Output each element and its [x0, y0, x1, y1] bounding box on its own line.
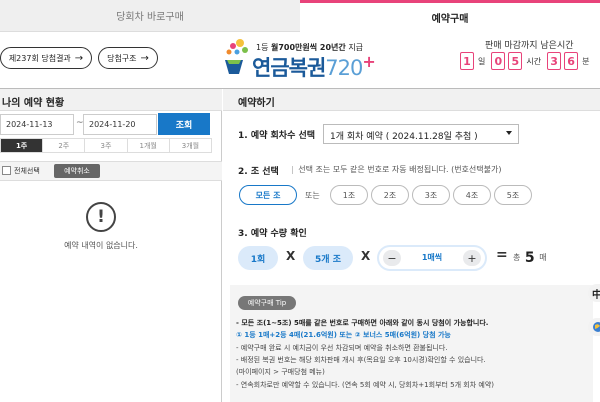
draw-result-button[interactable]: 제237회 당첨결과 →	[0, 47, 92, 69]
group-2-button[interactable]: 2조	[371, 185, 409, 205]
reservation-tip-box: 예약구매 Tip - 모든 조(1~5조) 5매를 같은 번호로 구매하면 아래…	[230, 285, 593, 402]
deadline-label: 판매 마감까지 남은시간	[485, 41, 574, 51]
rounds-quantity: 1회	[238, 246, 278, 270]
multiply-sign: X	[361, 249, 371, 263]
tip-line: ① 1등 1매+2등 4매(21.6억원) 또는 ② 보너스 5매(6억원) 당…	[236, 331, 451, 339]
period-3-months[interactable]: 3개월	[169, 139, 212, 152]
tip-line: - 연속회차로만 예약할 수 있습니다. (연속 5회 예약 시, 당회차+1회…	[236, 381, 495, 389]
date-from-input[interactable]: 2024-11-13	[0, 114, 74, 135]
arrow-right-icon: →	[74, 52, 84, 64]
step3-label: 3. 예약 수량 확인	[238, 229, 307, 239]
sheet-quantity-stepper: − 1매씩 +	[377, 245, 487, 271]
lottery-balls-icon	[225, 39, 248, 74]
groups-quantity: 5개 조	[303, 246, 353, 270]
total-quantity: 총 5 매	[513, 250, 547, 266]
decrease-button[interactable]: −	[383, 250, 401, 266]
tip-line: (마이페이지 > 구매당첨 메뉴)	[236, 368, 325, 376]
tip-line: - 배정된 복권 번호는 해당 회차판매 개시 후(목요일 오후 10시경)확인…	[236, 356, 486, 364]
step1-label: 1. 예약 회차수 선택	[238, 131, 316, 141]
purchase-tabs: 당회차 바로구매 예약구매	[0, 0, 600, 32]
logo-brand: 연금복권720+	[252, 52, 376, 80]
prize-structure-label: 당첨구조	[107, 53, 137, 63]
period-selector: 1주 2주 3주 1개월 3개월	[0, 138, 212, 153]
globe-float-button[interactable]	[588, 318, 600, 336]
cancel-reservation-button[interactable]: 예약취소	[54, 164, 100, 178]
reserve-title: 예약하기	[223, 89, 600, 111]
pension-lottery-logo[interactable]: 1등 월700만원씩 20년간 지급 연금복권720+	[218, 34, 378, 80]
globe-icon	[593, 322, 600, 332]
deadline-minute-digit: 3	[547, 52, 562, 70]
deadline-minute-digit: 6	[564, 52, 579, 70]
draw-result-label: 제237회 당첨결과	[8, 53, 71, 63]
sheet-quantity-value: 1매씩	[421, 253, 443, 262]
chat-float-button[interactable]: 中	[588, 284, 600, 302]
search-button[interactable]: 조회	[158, 113, 210, 135]
select-all-checkbox[interactable]	[2, 166, 11, 175]
group-5-button[interactable]: 5조	[494, 185, 532, 205]
deadline-hour-digit: 5	[508, 52, 523, 70]
multiply-sign: X	[286, 249, 296, 263]
tip-badge: 예약구매 Tip	[238, 296, 296, 310]
tab-reservation-purchase[interactable]: 예약구매	[300, 0, 600, 32]
period-2-weeks[interactable]: 2주	[43, 139, 86, 152]
round-count-select[interactable]: 1개 회차 예약 ( 2024.11.28일 추첨 )	[323, 124, 519, 144]
deadline-countdown: 1 일 0 5 시간 3 6 분	[460, 52, 592, 70]
date-to-input[interactable]: 2024-11-20	[83, 114, 157, 135]
empty-history-message: 예약 내역이 없습니다.	[64, 241, 138, 250]
round-count-value: 1개 회차 예약 ( 2024.11.28일 추첨 )	[330, 132, 478, 142]
deadline-day-unit: 일	[478, 56, 486, 66]
arrow-right-icon: →	[140, 52, 149, 64]
reservation-history-panel: 나의 예약 현황 2024-11-13 ~ 2024-11-20 조회 1주 2…	[0, 89, 222, 402]
group-1-button[interactable]: 1조	[330, 185, 368, 205]
period-1-week[interactable]: 1주	[1, 139, 44, 152]
step2-label: 2. 조 선택	[238, 167, 279, 177]
history-title: 나의 예약 현황	[0, 89, 222, 111]
prize-structure-button[interactable]: 당첨구조 →	[98, 47, 158, 69]
group-3-button[interactable]: 3조	[412, 185, 450, 205]
group-4-button[interactable]: 4조	[453, 185, 491, 205]
exclamation-icon: !	[86, 202, 116, 232]
chevron-down-icon	[506, 131, 512, 135]
period-1-month[interactable]: 1개월	[127, 139, 170, 152]
deadline-hour-unit: 시간	[526, 56, 542, 66]
equals-sign: =	[496, 247, 508, 263]
step2-description: | 선택 조는 모두 같은 번호로 자동 배정됩니다. (번호선택불가)	[291, 165, 502, 174]
select-all-label: 전체선택	[14, 167, 40, 175]
tip-line: - 모든 조(1~5조) 5매를 같은 번호로 구매하면 아래와 같이 동시 당…	[236, 319, 489, 327]
tip-line: - 예약구매 완료 시 예치금이 우선 차감되며 예약을 취소하면 환불됩니다.	[236, 344, 448, 352]
all-groups-button[interactable]: 모든 조	[239, 185, 297, 205]
increase-button[interactable]: +	[463, 250, 481, 266]
history-toolbar: 전체선택 예약취소	[0, 161, 222, 181]
sales-deadline: 판매 마감까지 남은시간 1 일 0 5 시간 3 6 분	[456, 38, 600, 70]
or-label: 또는	[305, 191, 320, 200]
reservation-form-panel: 예약하기 1. 예약 회차수 선택 1개 회차 예약 ( 2024.11.28일…	[223, 89, 600, 402]
deadline-minute-unit: 분	[582, 56, 590, 66]
deadline-hour-digit: 0	[491, 52, 506, 70]
deadline-day-digit: 1	[460, 52, 474, 70]
tab-direct-purchase[interactable]: 당회차 바로구매	[0, 0, 300, 32]
period-3-weeks[interactable]: 3주	[85, 139, 128, 152]
